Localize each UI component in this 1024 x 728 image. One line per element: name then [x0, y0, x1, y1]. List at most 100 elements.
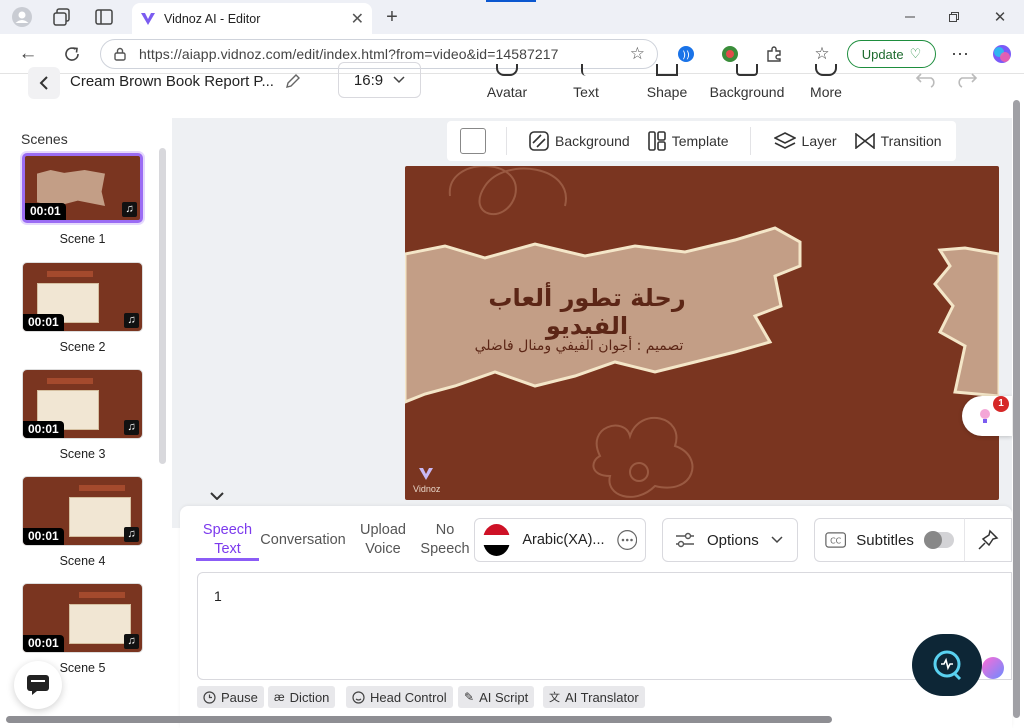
background-color-swatch[interactable] [460, 128, 486, 154]
new-tab-icon[interactable]: + [380, 5, 404, 29]
background-icon [736, 64, 758, 76]
tab-title: Vidnoz AI - Editor [164, 11, 261, 26]
head-control-chip[interactable]: Head Control [346, 686, 453, 708]
subtitles-label: Subtitles [856, 531, 914, 549]
vidnoz-favicon-icon [140, 11, 156, 27]
background-icon [529, 131, 549, 151]
update-label: Update [861, 46, 904, 62]
close-window-icon[interactable]: ✕ [988, 5, 1012, 29]
scene-duration: 00:01 [23, 314, 64, 331]
extension-shazam-icon[interactable]: )) [674, 42, 698, 66]
chat-support-button[interactable] [14, 661, 62, 709]
voice-label: Arabic(XA)... [522, 532, 605, 548]
options-dropdown[interactable]: Options [662, 518, 798, 562]
scenes-scrollbar[interactable] [159, 148, 166, 464]
pause-chip[interactable]: Pause [197, 686, 264, 708]
workspaces-icon[interactable] [50, 5, 74, 29]
page-vertical-scrollbar[interactable] [1013, 100, 1020, 718]
tab-line: Text [214, 541, 241, 557]
profile-icon[interactable] [10, 5, 34, 29]
extension-globe-icon[interactable] [718, 42, 742, 66]
page-horizontal-scrollbar[interactable] [6, 716, 832, 723]
favorites-icon[interactable]: ☆ [810, 42, 834, 66]
tool-background[interactable]: Background [708, 64, 786, 100]
refresh-icon[interactable] [60, 42, 84, 66]
project-title[interactable]: Cream Brown Book Report P... [70, 73, 274, 90]
tab-speech-text[interactable]: Speech Text [196, 521, 259, 559]
ai-script-chip[interactable]: ✎ AI Script [458, 686, 535, 708]
subtitles-toggle[interactable] [923, 531, 954, 549]
template-icon [647, 131, 666, 151]
slide-title[interactable]: رحلة تطور ألعاب الفيديو [467, 284, 707, 340]
chevron-down-icon [771, 536, 783, 544]
update-button[interactable]: Update ♡ [847, 40, 936, 68]
close-tab-icon[interactable]: ✕ [351, 9, 364, 29]
watermark-brand: Vidnoz [413, 484, 441, 494]
floating-tips-button[interactable]: 1 [962, 396, 1012, 436]
transition-button[interactable]: Transition [846, 133, 951, 149]
script-text-editor[interactable]: 1 [197, 572, 1012, 680]
undo-icon[interactable] [915, 70, 939, 88]
edit-title-icon[interactable] [284, 72, 302, 90]
tab-actions-icon[interactable] [92, 5, 116, 29]
active-tab[interactable]: Vidnoz AI - Editor ✕ [132, 3, 372, 34]
tab-upload-voice[interactable]: Upload Voice [352, 521, 414, 559]
ai-translator-chip[interactable]: 文 AI Translator [543, 686, 645, 708]
diction-chip[interactable]: æ Diction [268, 686, 336, 708]
back-arrow-icon[interactable]: ← [16, 42, 40, 66]
music-note-icon: ♫ [124, 313, 139, 328]
ai-brain-icon[interactable] [982, 657, 1004, 679]
more-icon [815, 64, 837, 76]
scene-thumb-caption [79, 592, 125, 598]
lock-icon[interactable] [113, 47, 127, 61]
scene-duration: 00:01 [23, 635, 64, 652]
tab-no-speech[interactable]: No Speech [418, 521, 472, 559]
slide-subtitle[interactable]: تصميم : أجوان الفيفي ومنال فاضلي [469, 338, 689, 354]
scene-thumbnail-2[interactable]: 00:01 ♫ [22, 262, 143, 332]
restore-icon[interactable] [942, 5, 966, 29]
cc-icon: CC [825, 532, 847, 548]
tool-more[interactable]: More [806, 64, 846, 100]
project-back-button[interactable] [28, 67, 60, 99]
template-button[interactable]: Template [639, 131, 738, 151]
pin-button[interactable] [964, 518, 1012, 562]
tool-text[interactable]: Text [566, 64, 606, 100]
options-label: Options [707, 531, 759, 549]
scene-thumbnail-5[interactable]: 00:01 ♫ [22, 583, 143, 653]
scene-label: Scene 1 [59, 232, 106, 246]
favorite-star-icon[interactable]: ☆ [630, 44, 645, 64]
scene-thumbnail-4[interactable]: 00:01 ♫ [22, 476, 143, 546]
shape-icon [656, 64, 678, 76]
sliders-icon [676, 532, 694, 548]
layer-button[interactable]: Layer [765, 132, 846, 150]
svg-text:CC: CC [830, 537, 842, 546]
background-button[interactable]: Background [520, 131, 639, 151]
redo-icon[interactable] [954, 70, 978, 88]
tool-avatar-label: Avatar [486, 84, 528, 100]
ai-assistant-button[interactable] [912, 634, 982, 696]
tool-background-label: Background [709, 84, 785, 100]
scene-thumbnail-1[interactable]: 00:01 ♫ [22, 153, 143, 223]
extensions-puzzle-icon[interactable] [762, 42, 786, 66]
notification-count-badge: 1 [993, 396, 1009, 412]
scene-thumbnail-3[interactable]: 00:01 ♫ [22, 369, 143, 439]
minimize-icon[interactable] [898, 5, 922, 29]
bulb-icon [980, 409, 990, 423]
more-menu-icon[interactable]: ⋯ [948, 42, 972, 66]
more-options-icon[interactable] [616, 528, 637, 552]
collapse-panel-button[interactable] [199, 487, 235, 505]
tab-conversation[interactable]: Conversation [259, 531, 347, 550]
aspect-ratio-value: 16:9 [353, 71, 384, 89]
music-note-icon: ♫ [124, 420, 139, 435]
scene-thumb-caption [79, 485, 125, 491]
tool-shape[interactable]: Shape [644, 64, 690, 100]
tab-line: Speech [202, 522, 253, 538]
update-heart-icon: ♡ [909, 46, 922, 61]
tool-avatar[interactable]: Avatar [484, 64, 530, 100]
aspect-ratio-select[interactable]: 16:9 [338, 62, 421, 98]
scene-thumb-art [69, 604, 131, 644]
voice-select[interactable]: Arabic(XA)... [474, 518, 646, 562]
vidnoz-logo-icon [419, 468, 433, 480]
copilot-icon[interactable] [990, 42, 1014, 66]
slide-canvas[interactable]: رحلة تطور ألعاب الفيديو تصميم : أجوان ال… [405, 166, 999, 500]
